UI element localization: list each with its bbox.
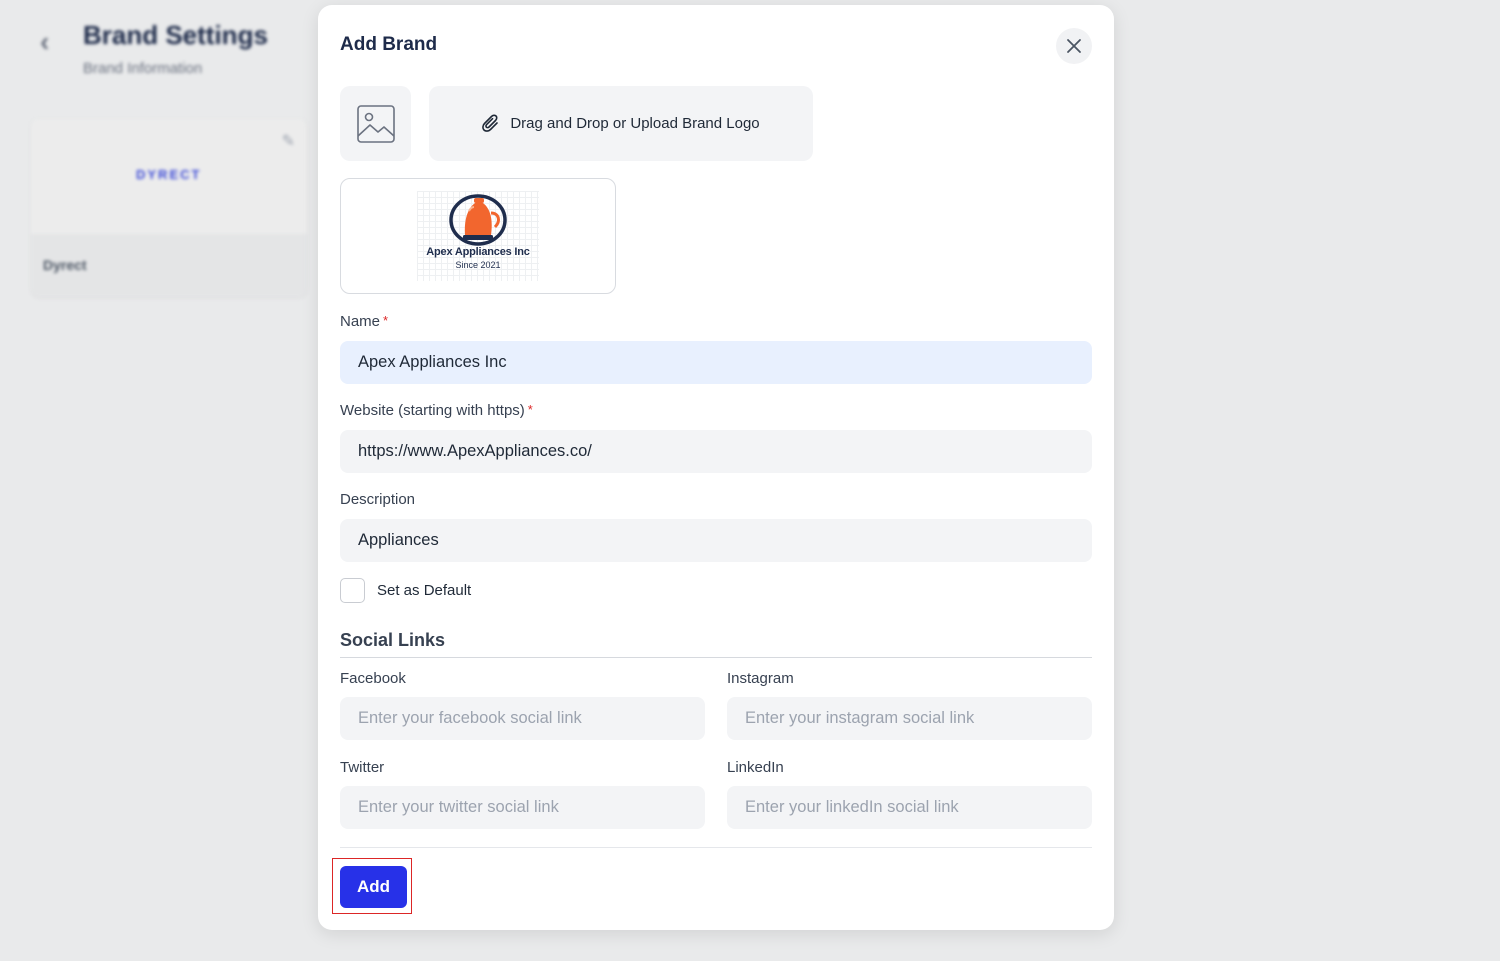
instagram-label: Instagram xyxy=(727,670,794,687)
name-label-text: Name xyxy=(340,313,381,330)
page-subtitle: Brand Information xyxy=(83,60,203,77)
required-mark: * xyxy=(383,313,389,328)
brand-card[interactable]: DYRECT ✎ Dyrect xyxy=(31,119,307,297)
name-input[interactable]: Apex Appliances Inc xyxy=(340,341,1092,384)
description-label: Description xyxy=(340,491,416,508)
upload-label: Drag and Drop or Upload Brand Logo xyxy=(510,115,760,132)
add-button[interactable]: Add xyxy=(340,866,407,908)
chevron-left-icon[interactable]: ‹ xyxy=(40,26,49,58)
set-default-row[interactable]: Set as Default xyxy=(340,578,471,603)
pencil-icon[interactable]: ✎ xyxy=(282,131,295,151)
page-title: Brand Settings xyxy=(83,20,268,50)
close-icon xyxy=(1067,39,1081,53)
paperclip-icon xyxy=(482,114,499,132)
set-default-label: Set as Default xyxy=(377,582,472,599)
linkedin-label: LinkedIn xyxy=(727,759,784,776)
brand-card-name: Dyrect xyxy=(43,257,87,273)
twitter-label: Twitter xyxy=(340,759,385,776)
brand-card-logo-area: DYRECT ✎ xyxy=(31,119,307,234)
brand-logo-image: Apex Appliances Inc Since 2021 xyxy=(417,191,539,281)
logo-thumbnail-placeholder xyxy=(340,86,411,161)
description-input[interactable]: Appliances xyxy=(340,519,1092,562)
linkedin-input[interactable]: Enter your linkedIn social link xyxy=(727,786,1092,829)
logo-preview: Apex Appliances Inc Since 2021 xyxy=(340,178,616,294)
modal-title: Add Brand xyxy=(340,34,438,55)
facebook-input[interactable]: Enter your facebook social link xyxy=(340,697,705,740)
add-brand-modal: Add Brand Drag and Drop or Upload Brand … xyxy=(318,5,1114,930)
twitter-input[interactable]: Enter your twitter social link xyxy=(340,786,705,829)
logo-upload-dropzone[interactable]: Drag and Drop or Upload Brand Logo xyxy=(429,86,813,161)
facebook-label: Facebook xyxy=(340,670,406,687)
logo-since-text: Since 2021 xyxy=(455,260,501,270)
image-icon xyxy=(356,104,395,143)
website-input[interactable]: https://www.ApexAppliances.co/ xyxy=(340,430,1092,473)
name-label: Name * xyxy=(340,313,388,330)
social-links-heading: Social Links xyxy=(340,630,446,650)
website-label: Website (starting with https) * xyxy=(340,402,533,419)
instagram-input[interactable]: Enter your instagram social link xyxy=(727,697,1092,740)
brand-card-logo: DYRECT xyxy=(136,167,202,182)
set-default-checkbox[interactable] xyxy=(340,578,365,603)
section-divider xyxy=(340,657,1092,658)
website-label-text: Website (starting with https) xyxy=(340,402,525,419)
kettle-logo-icon xyxy=(449,194,507,246)
required-mark: * xyxy=(527,402,533,417)
footer-divider xyxy=(340,847,1092,848)
close-button[interactable] xyxy=(1056,28,1092,64)
logo-brand-text: Apex Appliances Inc xyxy=(426,246,530,258)
